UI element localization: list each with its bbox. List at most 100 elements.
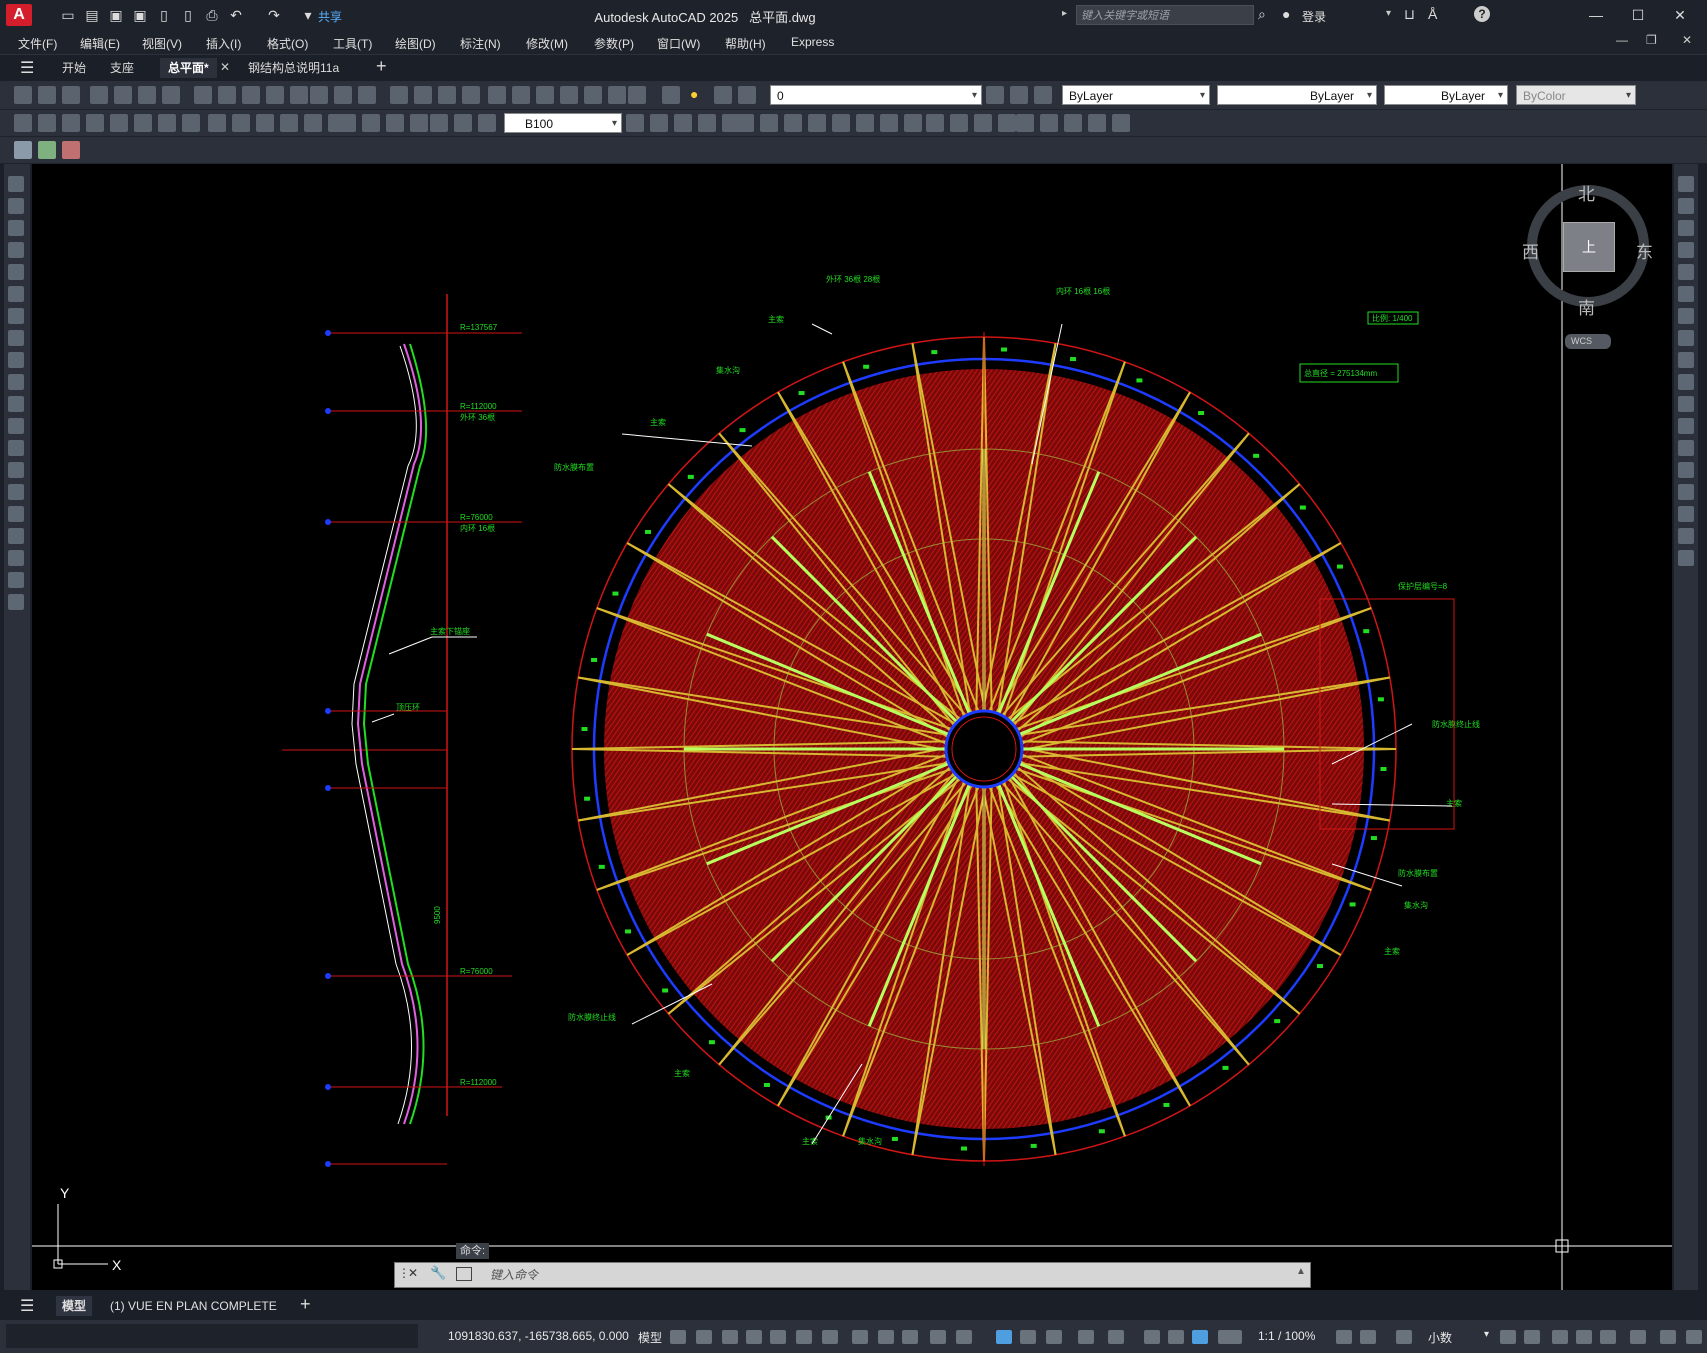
status-toggle-icon[interactable] (1500, 1330, 1516, 1344)
app-menu-button[interactable]: A (6, 4, 32, 26)
menu-item[interactable]: 修改(M) (526, 35, 568, 52)
toolbar-icon[interactable] (536, 86, 554, 104)
doc-close-button[interactable]: ✕ (1682, 33, 1692, 47)
menu-item[interactable]: 帮助(H) (725, 35, 766, 52)
toolbar-icon[interactable] (608, 86, 626, 104)
viewcube-top-face[interactable]: 上 (1563, 222, 1615, 272)
tab-model[interactable]: 模型 (56, 1296, 93, 1316)
status-toggle-icon[interactable] (796, 1330, 812, 1344)
status-toggle-icon[interactable] (930, 1330, 946, 1344)
layer-isolate-icon[interactable] (62, 141, 80, 159)
share-button[interactable]: 共享 (318, 8, 342, 25)
viewcube-east[interactable]: 东 (1636, 238, 1653, 263)
status-toggle-icon[interactable] (696, 1330, 712, 1344)
toolbar-icon[interactable] (62, 86, 80, 104)
login-dropdown-icon[interactable]: ▾ (1386, 8, 1391, 19)
toolbar-icon[interactable] (38, 114, 56, 132)
login-button[interactable]: 登录 (1302, 8, 1326, 25)
draw-tool-icon[interactable] (8, 506, 24, 522)
draw-tool-icon[interactable] (8, 418, 24, 434)
status-toggle-icon[interactable] (1020, 1330, 1036, 1344)
toolbar-icon[interactable] (280, 114, 298, 132)
draw-tool-icon[interactable] (8, 484, 24, 500)
modify-tool-icon[interactable] (1678, 528, 1694, 544)
status-toggle-icon[interactable] (1046, 1330, 1062, 1344)
toolbar-icon[interactable] (584, 86, 602, 104)
toolbar-icon[interactable] (438, 86, 456, 104)
menu-item[interactable]: 插入(I) (206, 35, 241, 52)
menu-item[interactable]: 绘图(D) (395, 35, 436, 52)
search-input[interactable]: 键入关键字或短语 (1076, 5, 1254, 25)
toolbar-icon[interactable] (674, 114, 692, 132)
toolbar-icon[interactable] (488, 86, 506, 104)
toolbar-icon[interactable] (38, 86, 56, 104)
modify-tool-icon[interactable] (1678, 550, 1694, 566)
layer-on-icon[interactable]: ● (690, 86, 708, 104)
toolbar-icon[interactable] (338, 114, 356, 132)
minimize-button[interactable]: — (1576, 4, 1616, 26)
status-toggle-icon[interactable] (1686, 1330, 1702, 1344)
modify-tool-icon[interactable] (1678, 242, 1694, 258)
cart-icon[interactable]: ⊔ (1404, 6, 1415, 23)
draw-tool-icon[interactable] (8, 572, 24, 588)
toolbar-icon[interactable] (358, 86, 376, 104)
status-toggle-icon[interactable] (1630, 1330, 1646, 1344)
modify-tool-icon[interactable] (1678, 418, 1694, 434)
toolbar-icon[interactable] (90, 86, 108, 104)
modify-tool-icon[interactable] (1678, 484, 1694, 500)
toolbar-icon[interactable] (714, 86, 732, 104)
command-customize-icon[interactable]: 🔧 (430, 1265, 446, 1281)
status-toggle-icon[interactable] (878, 1330, 894, 1344)
toolbar-icon[interactable] (738, 86, 756, 104)
save-as-icon[interactable]: ▣ (132, 7, 148, 23)
toolbar-icon[interactable] (208, 114, 226, 132)
toolbar-icon[interactable] (1064, 114, 1082, 132)
redo-icon[interactable]: ↷ (266, 7, 282, 23)
draw-tool-icon[interactable] (8, 264, 24, 280)
tab-start[interactable]: 开始 (54, 58, 94, 78)
menu-item[interactable]: 窗口(W) (657, 35, 700, 52)
toolbar-icon[interactable] (430, 114, 448, 132)
toolbar-icon[interactable] (304, 114, 322, 132)
modify-tool-icon[interactable] (1678, 176, 1694, 192)
toolbar-icon[interactable] (266, 86, 284, 104)
status-toggle-icon[interactable] (956, 1330, 972, 1344)
status-toggle-icon[interactable] (1226, 1330, 1242, 1344)
modify-tool-icon[interactable] (1678, 374, 1694, 390)
units-dropdown-arrow[interactable]: ▾ (1484, 1329, 1489, 1340)
toolbar-icon[interactable] (560, 86, 578, 104)
modify-tool-icon[interactable] (1678, 198, 1694, 214)
status-toggle-icon[interactable] (1600, 1330, 1616, 1344)
toolbar-icon[interactable] (974, 114, 992, 132)
command-history-icon[interactable]: ▲ (1296, 1266, 1306, 1277)
maximize-button[interactable]: ☐ (1618, 4, 1658, 26)
toolbar-icon[interactable] (1016, 114, 1034, 132)
toolbar-icon[interactable] (1040, 114, 1058, 132)
new-layout-button[interactable]: + (300, 1294, 311, 1315)
status-toggle-icon[interactable] (746, 1330, 762, 1344)
model-space-toggle[interactable]: 模型 (638, 1329, 662, 1346)
toolbar-icon[interactable] (760, 114, 778, 132)
coordinate-readout[interactable]: 1091830.637, -165738.665, 0.000 (448, 1329, 629, 1343)
toolbar-icon[interactable] (390, 86, 408, 104)
toolbar-icon[interactable] (138, 86, 156, 104)
draw-tool-icon[interactable] (8, 176, 24, 192)
search-icon[interactable]: ⌕ (1258, 6, 1266, 23)
draw-tool-icon[interactable] (8, 396, 24, 412)
toolbar-icon[interactable] (362, 114, 380, 132)
help-icon[interactable]: ? (1474, 6, 1490, 22)
autodesk-apps-icon[interactable]: Å (1428, 6, 1437, 22)
save-icon[interactable]: ▣ (108, 7, 124, 23)
modify-tool-icon[interactable] (1678, 506, 1694, 522)
tab-site-plan[interactable]: 总平面* (160, 58, 217, 78)
recent-commands-icon[interactable] (456, 1267, 472, 1281)
toolbar-icon[interactable] (1010, 86, 1028, 104)
toolbar-icon[interactable] (310, 86, 328, 104)
toolbar-icon[interactable] (410, 114, 428, 132)
toolbar-icon[interactable] (414, 86, 432, 104)
toolbar-icon[interactable] (158, 114, 176, 132)
toolbar-icon[interactable] (182, 114, 200, 132)
doc-minimize-button[interactable]: — (1616, 33, 1628, 47)
toolbar-icon[interactable] (736, 114, 754, 132)
draw-tool-icon[interactable] (8, 462, 24, 478)
